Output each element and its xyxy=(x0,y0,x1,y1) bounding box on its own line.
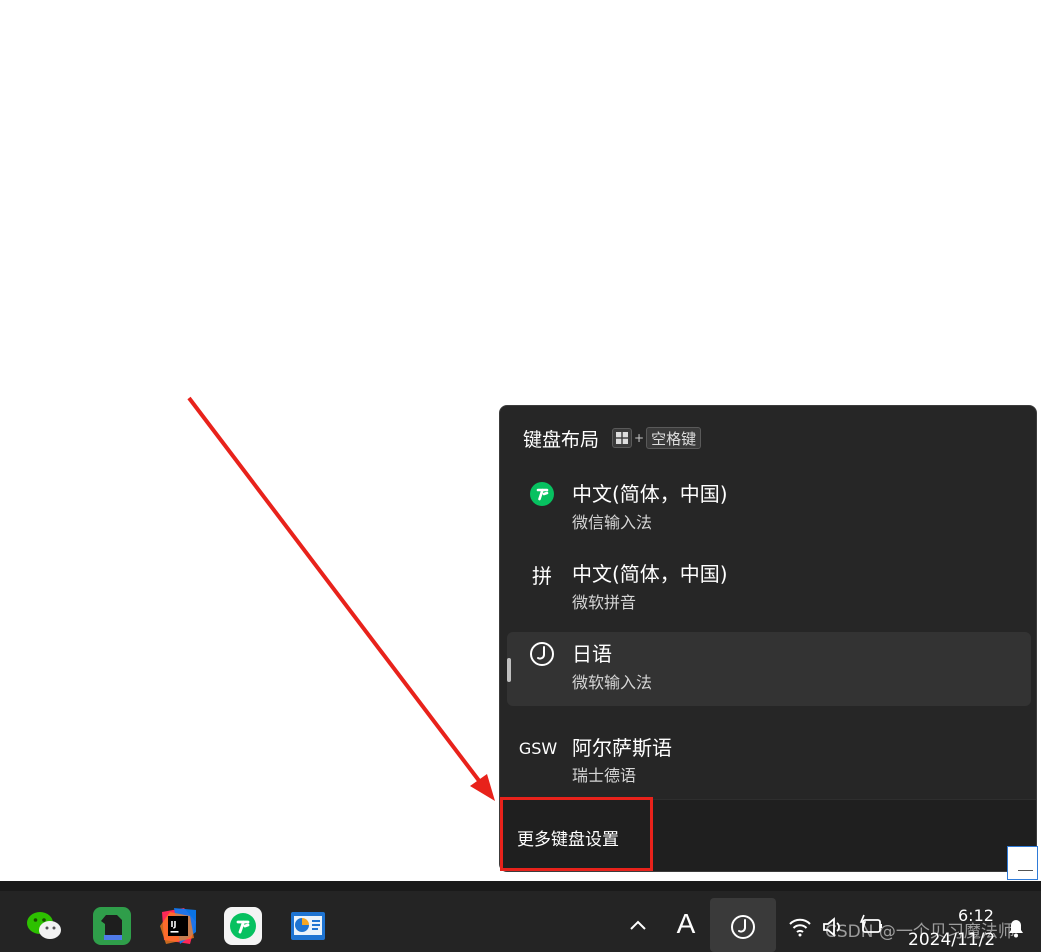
gsw-icon: GSW xyxy=(517,732,559,764)
windows-key-icon xyxy=(612,428,633,448)
taskbar: IJ A CSDN @一个贝习魔法师 6:12 2024/11/2 xyxy=(0,891,1041,952)
language-name: 中文(简体，中国) xyxy=(572,562,728,586)
language-name: 阿尔萨斯语 xyxy=(572,736,672,760)
language-item-wechat-ime[interactable]: 中文(简体，中国) 微信输入法 xyxy=(507,468,1031,542)
pinyin-icon-text: 拼 xyxy=(532,563,552,588)
flyout-header: 键盘布局 + 空格键 xyxy=(523,424,702,452)
svg-text:IJ: IJ xyxy=(171,920,177,929)
wifi-icon[interactable] xyxy=(787,916,813,938)
ime-name: 微软拼音 xyxy=(572,593,637,612)
desktop-peek-box xyxy=(1007,846,1038,880)
japanese-ime-icon xyxy=(521,638,563,670)
ime-name: 微信输入法 xyxy=(572,513,653,532)
shortcut-hint: + 空格键 xyxy=(612,427,702,449)
japanese-ime-icon[interactable] xyxy=(729,913,757,941)
ime-name: 微软输入法 xyxy=(572,673,653,692)
gsw-icon-text: GSW xyxy=(518,738,558,758)
clock-date[interactable]: 2024/11/2 xyxy=(908,930,995,950)
language-item-microsoft-pinyin[interactable]: 拼 中文(简体，中国) 微软拼音 xyxy=(507,548,1031,622)
presentation-app-icon[interactable] xyxy=(289,907,327,945)
chevron-up-icon[interactable] xyxy=(626,913,650,937)
language-name: 日语 xyxy=(572,642,612,666)
annotation-highlight-box xyxy=(500,797,653,871)
bell-icon[interactable] xyxy=(1006,917,1026,939)
intellij-idea-icon[interactable]: IJ xyxy=(159,907,197,945)
flyout-title: 键盘布局 xyxy=(523,428,600,451)
ime-name: 瑞士德语 xyxy=(572,766,637,785)
shortcut-plus: + xyxy=(634,431,645,445)
wechat-ime-icon xyxy=(521,478,563,510)
font-input-indicator[interactable]: A xyxy=(672,908,700,939)
wechat-ime-app-icon[interactable] xyxy=(224,907,262,945)
language-item-alsatian[interactable]: GSW 阿尔萨斯语 瑞士德语 xyxy=(507,726,1031,800)
space-key: 空格键 xyxy=(646,427,702,449)
clock-time[interactable]: 6:12 xyxy=(958,906,994,925)
pinyin-icon: 拼 xyxy=(521,558,563,590)
wechat-icon[interactable] xyxy=(25,907,63,945)
selection-indicator xyxy=(507,658,511,682)
language-item-japanese[interactable]: 日语 微软输入法 xyxy=(507,632,1031,706)
taskbar-top-edge xyxy=(0,881,1041,891)
evernote-icon[interactable] xyxy=(93,907,131,945)
language-name: 中文(简体，中国) xyxy=(572,482,728,506)
